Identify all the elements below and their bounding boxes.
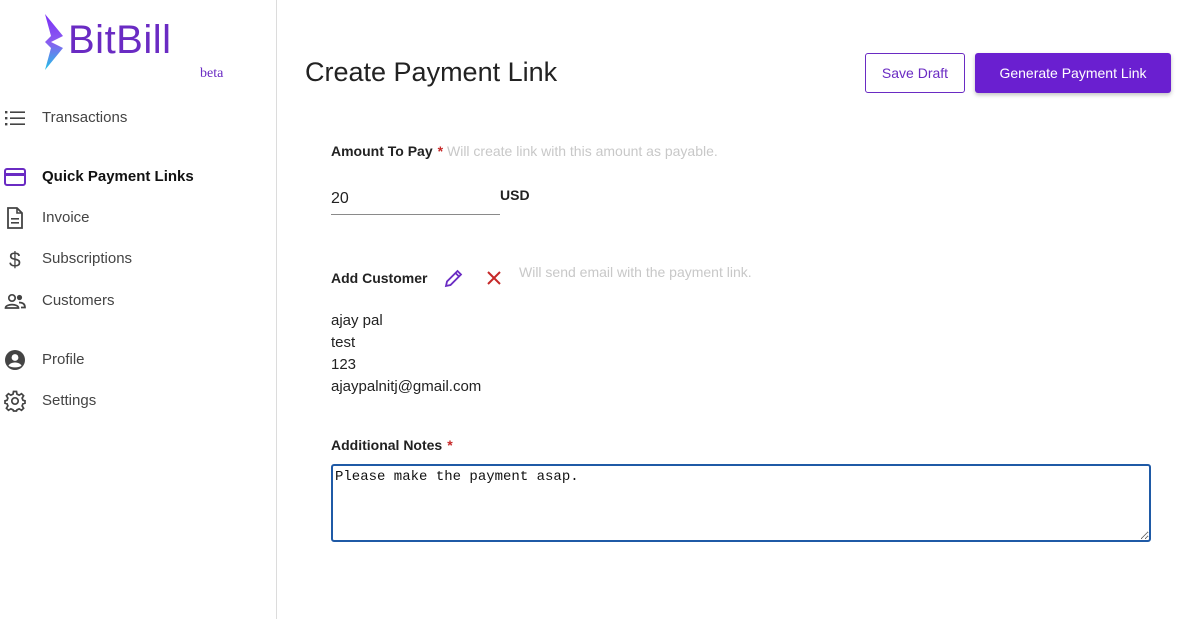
- notes-label-text: Additional Notes: [331, 437, 443, 453]
- card-icon: [4, 168, 26, 186]
- customer-company: test: [331, 334, 356, 351]
- page-title: Create Payment Link: [305, 57, 558, 87]
- sidebar-item-label: Quick Payment Links: [42, 168, 194, 185]
- sidebar-item-label: Subscriptions: [42, 250, 133, 267]
- required-marker: *: [437, 143, 444, 159]
- beta-badge: beta: [200, 66, 224, 81]
- sidebar-item-customers[interactable]: Customers: [0, 286, 270, 316]
- generate-payment-link-button[interactable]: Generate Payment Link: [975, 53, 1171, 93]
- logo-mark-icon: [45, 14, 63, 70]
- sidebar-item-label: Customers: [42, 292, 115, 309]
- sidebar-item-settings[interactable]: Settings: [0, 386, 270, 416]
- dollar-icon: $: [9, 249, 21, 270]
- notes-label: Additional Notes *: [331, 437, 453, 453]
- additional-notes-textarea[interactable]: Please make the payment asap.: [331, 464, 1151, 542]
- close-icon[interactable]: [483, 267, 505, 289]
- customer-name: ajay pal: [331, 312, 383, 329]
- amount-label: Amount To Pay *: [331, 143, 443, 159]
- customer-phone: 123: [331, 356, 357, 373]
- brand-name: BitBill: [68, 18, 172, 62]
- sidebar-item-transactions[interactable]: Transactions: [0, 103, 270, 133]
- document-icon: [7, 207, 23, 229]
- people-icon: [4, 293, 26, 309]
- add-customer-label: Add Customer: [331, 270, 428, 286]
- sidebar-item-label: Profile: [42, 351, 85, 368]
- save-draft-button[interactable]: Save Draft: [865, 53, 965, 93]
- sidebar-item-quick-payment-links[interactable]: Quick Payment Links: [0, 162, 270, 192]
- sidebar-item-label: Settings: [42, 392, 97, 409]
- sidebar-item-profile[interactable]: Profile: [0, 345, 270, 375]
- pencil-icon[interactable]: [443, 267, 465, 289]
- bitbill-logo[interactable]: BitBill beta: [42, 12, 242, 92]
- amount-hint: Will create link with this amount as pay…: [447, 143, 718, 159]
- customer-email: ajaypalnitj@gmail.com: [331, 378, 482, 395]
- sidebar: BitBill beta Transactions Quick Payment …: [0, 0, 277, 619]
- currency-label: USD: [500, 187, 530, 203]
- sidebar-item-subscriptions[interactable]: $ Subscriptions: [0, 244, 270, 274]
- required-marker: *: [447, 437, 453, 453]
- amount-label-text: Amount To Pay: [331, 143, 433, 159]
- customer-hint: Will send email with the payment link.: [519, 264, 752, 280]
- sidebar-item-label: Transactions: [42, 109, 128, 126]
- main-content: Create Payment Link Save Draft Generate …: [277, 0, 1185, 619]
- sidebar-item-label: Invoice: [42, 209, 90, 226]
- list-icon: [5, 111, 25, 126]
- amount-input[interactable]: [331, 183, 500, 215]
- svg-text:$: $: [9, 249, 21, 270]
- account-circle-icon: [5, 350, 25, 370]
- gear-icon: [4, 390, 26, 412]
- sidebar-item-invoice[interactable]: Invoice: [0, 203, 270, 233]
